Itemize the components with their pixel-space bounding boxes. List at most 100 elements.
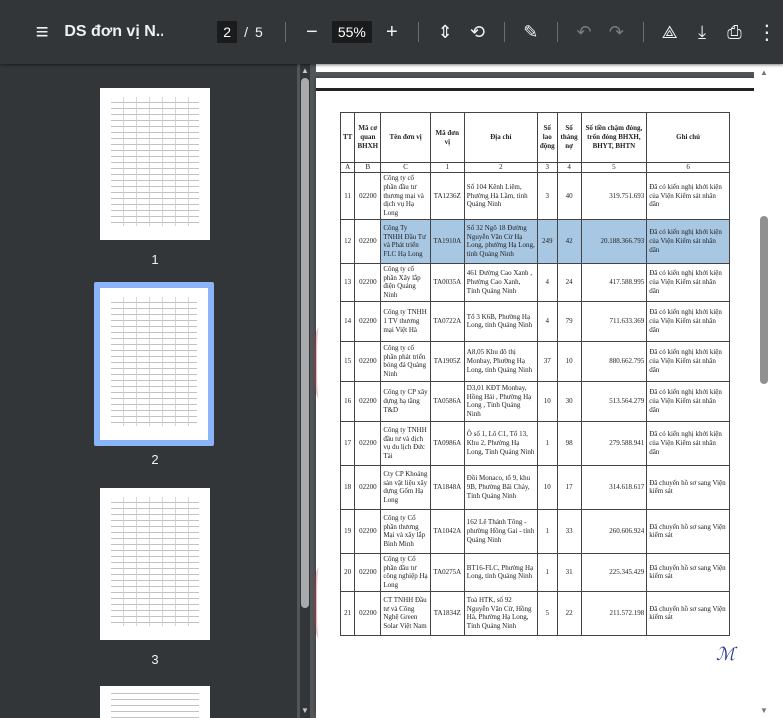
table-cell-ten: Công ty TNHH 1 TV thương mại Việt Hà — [380, 300, 431, 342]
table-cell-tt: 12 — [339, 218, 356, 264]
table-cell-ghi-chu: Đã chuyển hồ sơ sang Viện kiểm sát — [646, 464, 730, 510]
menu-icon[interactable]: ≡ — [26, 14, 58, 50]
header-ma-don-vi: Mã đơn vị — [429, 112, 465, 163]
table-cell-so-tien: 260.606.924 — [580, 508, 648, 554]
viewer-scrollbar[interactable] — [754, 64, 783, 718]
column-letter: C — [380, 162, 431, 173]
table-cell-tt: 11 — [339, 172, 356, 220]
viewer-scroll-up-icon[interactable]: ▲ — [758, 68, 770, 77]
table-cell-ma-cq: 02200 — [354, 262, 382, 302]
table-cell-lao-dong: 10 — [536, 464, 558, 510]
table-cell-tt: 17 — [339, 420, 356, 466]
table-cell-ma-cq: 02200 — [354, 464, 382, 510]
download-icon[interactable]: ⤓ — [686, 14, 718, 50]
zoom-level-input[interactable]: 55% — [332, 21, 372, 43]
table-cell-ma-cq: 02200 — [354, 508, 382, 554]
table-cell-ma-cq: 02200 — [354, 552, 382, 592]
table-cell-ten: Công ty cổ phần phát triển bóng đá Quảng… — [380, 340, 431, 382]
header-ma-co-quan: Mã cơ quan BHXH — [354, 112, 382, 163]
table-cell-thang-no: 79 — [556, 300, 582, 342]
fit-to-page-icon[interactable]: ⇕ — [429, 14, 461, 50]
table-cell-dia-chi: Số 32 Ngõ 18 Đường Nguyễn Văn Cừ Hạ Long… — [463, 218, 538, 264]
table-row: 16 02200 Công ty CP xây dựng hạ tầng T&D TA… — [339, 380, 730, 422]
header-so-lao-dong: Số lao động — [536, 112, 558, 163]
table-cell-ma-cq: 02200 — [354, 300, 382, 342]
table-cell-ma-cq: 02200 — [354, 218, 382, 264]
table-cell-ten: Công ty Cổ phần đầu tư công nghiệp Hạ Lo… — [380, 552, 431, 592]
table-cell-ten: Công Ty TNHH Đầu Tư và Phát triển FLC Hạ… — [380, 218, 431, 264]
table-cell-tt: 14 — [339, 300, 356, 342]
table-cell-lao-dong: 249 — [536, 218, 558, 264]
table-cell-thang-no: 42 — [556, 218, 582, 264]
table-cell-ma-cq: 02200 — [354, 340, 382, 382]
table-cell-thang-no: 98 — [556, 420, 582, 466]
table-row: 17 02200 Công ty TNHH đầu tư và dịch vụ du… — [339, 420, 730, 466]
zoom-in-icon[interactable]: + — [376, 14, 408, 50]
table-cell-ten: CT TNHH Đầu tư và Công Nghệ Green Solar … — [380, 590, 431, 636]
table-cell-ma-dv: TA0035A — [429, 262, 465, 302]
save-to-drive-icon[interactable]: ⟁ — [654, 14, 686, 50]
table-row: 21 02200 CT TNHH Đầu tư và Công Nghệ Green… — [339, 590, 730, 636]
draw-icon[interactable]: ✎ — [515, 14, 547, 50]
table-cell-ma-dv: TA0986A — [429, 420, 465, 466]
toolbar-divider — [284, 22, 286, 42]
sidebar-scrollbar-thumb[interactable] — [301, 78, 309, 608]
undo-icon[interactable]: ↶ — [568, 14, 600, 50]
sidebar-scroll-down-icon[interactable]: ▼ — [300, 706, 310, 715]
page-thumbnail-4[interactable] — [100, 686, 210, 718]
header-so-thang-no: Số tháng nợ — [556, 112, 582, 163]
table-cell-lao-dong: 1 — [536, 420, 558, 466]
page-thumbnail-3[interactable] — [100, 488, 210, 640]
sidebar-scroll-up-icon[interactable]: ▲ — [300, 66, 310, 75]
table-cell-so-tien: 20.188.366.793 — [580, 218, 648, 264]
table-cell-lao-dong: 5 — [536, 590, 558, 636]
viewer-scroll-down-icon[interactable]: ▼ — [758, 706, 770, 715]
page-number-input[interactable]: 2 — [217, 21, 238, 43]
table-cell-ghi-chu: Đã có kiến nghị khởi kiện của Viện Kiểm … — [646, 262, 730, 302]
table-cell-ten: Cty CP Khoáng sản vật liệu xây dựng Gốm … — [380, 464, 431, 510]
rotate-icon[interactable]: ⟲ — [461, 14, 493, 50]
stamp-mark — [314, 568, 326, 638]
table-cell-lao-dong: 4 — [536, 300, 558, 342]
table-cell-ma-cq: 02200 — [354, 590, 382, 636]
total-pages: 5 — [254, 24, 263, 40]
debt-table: TT Mã cơ quan BHXH Tên đơn vị Mã đơn vị … — [339, 112, 730, 636]
print-icon[interactable]: ⎙ — [718, 14, 750, 50]
table-cell-so-tien: 711.633.369 — [580, 300, 648, 342]
column-letter: 1 — [429, 162, 465, 173]
table-cell-lao-dong: 4 — [536, 262, 558, 302]
table-cell-ten: Công ty cổ phần Xây lắp điện Quảng Ninh — [380, 262, 431, 302]
header-ten-don-vi: Tên đơn vị — [380, 112, 431, 163]
stamp-mark — [314, 328, 326, 398]
page-thumbnail-1[interactable] — [100, 88, 210, 240]
previous-page-edge — [316, 64, 756, 72]
table-cell-dia-chi: Toà HTK, số 92 Nguyễn Văn Cừ, Hồng Hà, P… — [463, 590, 538, 636]
page-thumbnail-2[interactable] — [100, 288, 208, 440]
table-cell-ghi-chu: Đã có kiến nghị khởi kiện của Viện Kiểm … — [646, 172, 730, 220]
header-ghi-chu: Ghi chú — [646, 112, 730, 163]
viewer-scrollbar-thumb[interactable] — [760, 216, 768, 384]
thumbnail-sidebar: 1 2 3 — [0, 64, 297, 718]
next-page-edge — [316, 712, 756, 718]
table-cell-so-tien: 225.345.429 — [580, 552, 648, 592]
more-options-icon[interactable]: ⋮ — [751, 14, 783, 50]
toolbar-divider — [556, 22, 558, 42]
table-cell-so-tien: 211.572.198 — [580, 590, 648, 636]
document-title: DS đơn vị N... — [64, 23, 164, 40]
scan-border — [316, 88, 756, 91]
thumbnail-label: 3 — [151, 652, 159, 667]
toolbar-divider — [642, 22, 644, 42]
column-letter: A — [339, 162, 356, 173]
table-cell-ten: Công ty CP xây dựng hạ tầng T&D — [380, 380, 431, 422]
table-row: 15 02200 Công ty cổ phần phát triển bóng đ… — [339, 340, 730, 382]
table-cell-ghi-chu: Đã chuyển hồ sơ sang Viện kiểm sát — [646, 590, 730, 636]
table-row: 19 02200 Công ty Cổ phần thương Mại và xây… — [339, 508, 730, 554]
redo-icon[interactable]: ↷ — [600, 14, 632, 50]
table-cell-tt: 21 — [339, 590, 356, 636]
zoom-out-icon[interactable]: − — [296, 14, 328, 50]
table-cell-ma-dv: TA1910A — [429, 218, 465, 264]
table-cell-ma-dv: TA1042A — [429, 508, 465, 554]
signature-mark: ℳ — [716, 644, 736, 665]
table-row: 13 02200 Công ty cổ phần Xây lắp điện Quản… — [339, 262, 730, 302]
table-cell-ghi-chu: Đã có kiến nghị khởi kiện của Viện Kiểm … — [646, 218, 730, 264]
